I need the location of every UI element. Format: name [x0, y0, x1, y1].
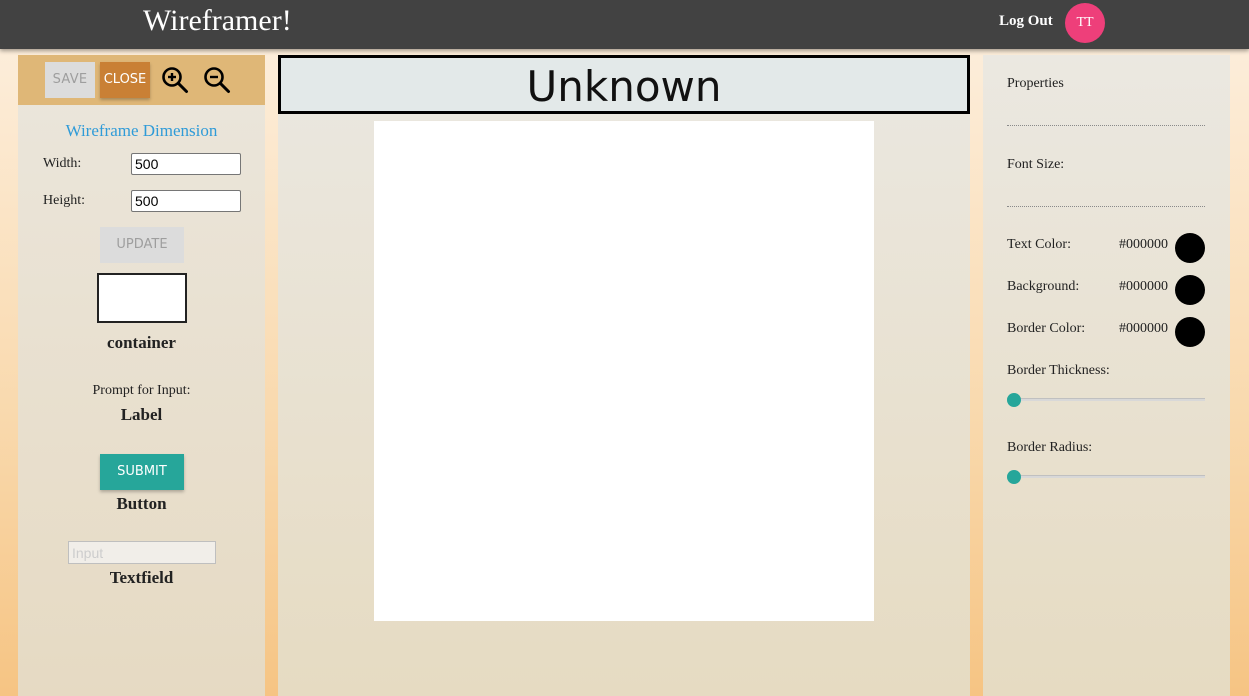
wireframe-dimension-title: Wireframe Dimension — [65, 121, 218, 140]
label-component[interactable]: Prompt for Input: — [18, 383, 265, 399]
button-caption: Button — [116, 494, 167, 513]
wireframe-name[interactable]: Unknown — [278, 55, 970, 114]
height-label: Height: — [43, 193, 85, 208]
background-swatch[interactable] — [1175, 275, 1205, 305]
border-color-label: Border Color: — [1007, 321, 1086, 336]
zoom-out-icon[interactable] — [203, 66, 231, 94]
properties-panel: Properties Font Size: Text Color: #00000… — [983, 55, 1230, 696]
logout-link[interactable]: Log Out — [999, 12, 1053, 30]
border-radius-slider-thumb[interactable] — [1007, 470, 1021, 484]
center-panel: Unknown — [278, 55, 970, 696]
container-component[interactable] — [97, 273, 187, 323]
text-color-label: Text Color: — [1007, 237, 1071, 252]
height-input[interactable] — [131, 190, 241, 212]
text-color-value: #000000 — [1119, 237, 1168, 252]
border-radius-slider[interactable] — [1007, 475, 1205, 478]
label-caption: Label — [120, 405, 163, 424]
properties-divider — [1007, 125, 1205, 126]
background-value: #000000 — [1119, 279, 1168, 294]
toolbar: SAVE CLOSE — [18, 55, 265, 105]
container-caption: container — [107, 333, 176, 352]
font-size-label: Font Size: — [1007, 157, 1065, 172]
border-thickness-label: Border Thickness: — [1007, 363, 1110, 378]
textfield-component[interactable] — [68, 541, 216, 564]
background-label: Background: — [1007, 279, 1080, 294]
submit-button-component[interactable]: SUBMIT — [100, 454, 184, 490]
textfield-caption: Textfield — [109, 568, 174, 587]
properties-title: Properties — [1007, 76, 1064, 91]
brand-title[interactable]: Wireframer! — [143, 2, 292, 40]
border-radius-label: Border Radius: — [1007, 440, 1093, 455]
top-navbar: Wireframer! Log Out TT — [0, 0, 1249, 49]
left-panel: SAVE CLOSE Wireframe Dimension Width: He… — [18, 55, 265, 696]
zoom-in-icon[interactable] — [161, 66, 189, 94]
update-button[interactable]: UPDATE — [100, 227, 184, 263]
font-size-field[interactable] — [1007, 206, 1205, 207]
save-button[interactable]: SAVE — [45, 62, 95, 98]
border-thickness-slider[interactable] — [1007, 398, 1205, 401]
user-avatar[interactable]: TT — [1065, 3, 1105, 43]
width-input[interactable] — [131, 153, 241, 175]
close-button[interactable]: CLOSE — [100, 62, 150, 98]
text-color-swatch[interactable] — [1175, 233, 1205, 263]
border-color-swatch[interactable] — [1175, 317, 1205, 347]
border-thickness-slider-thumb[interactable] — [1007, 393, 1021, 407]
border-color-value: #000000 — [1119, 321, 1168, 336]
width-label: Width: — [43, 156, 82, 171]
wireframe-canvas[interactable] — [374, 121, 874, 621]
